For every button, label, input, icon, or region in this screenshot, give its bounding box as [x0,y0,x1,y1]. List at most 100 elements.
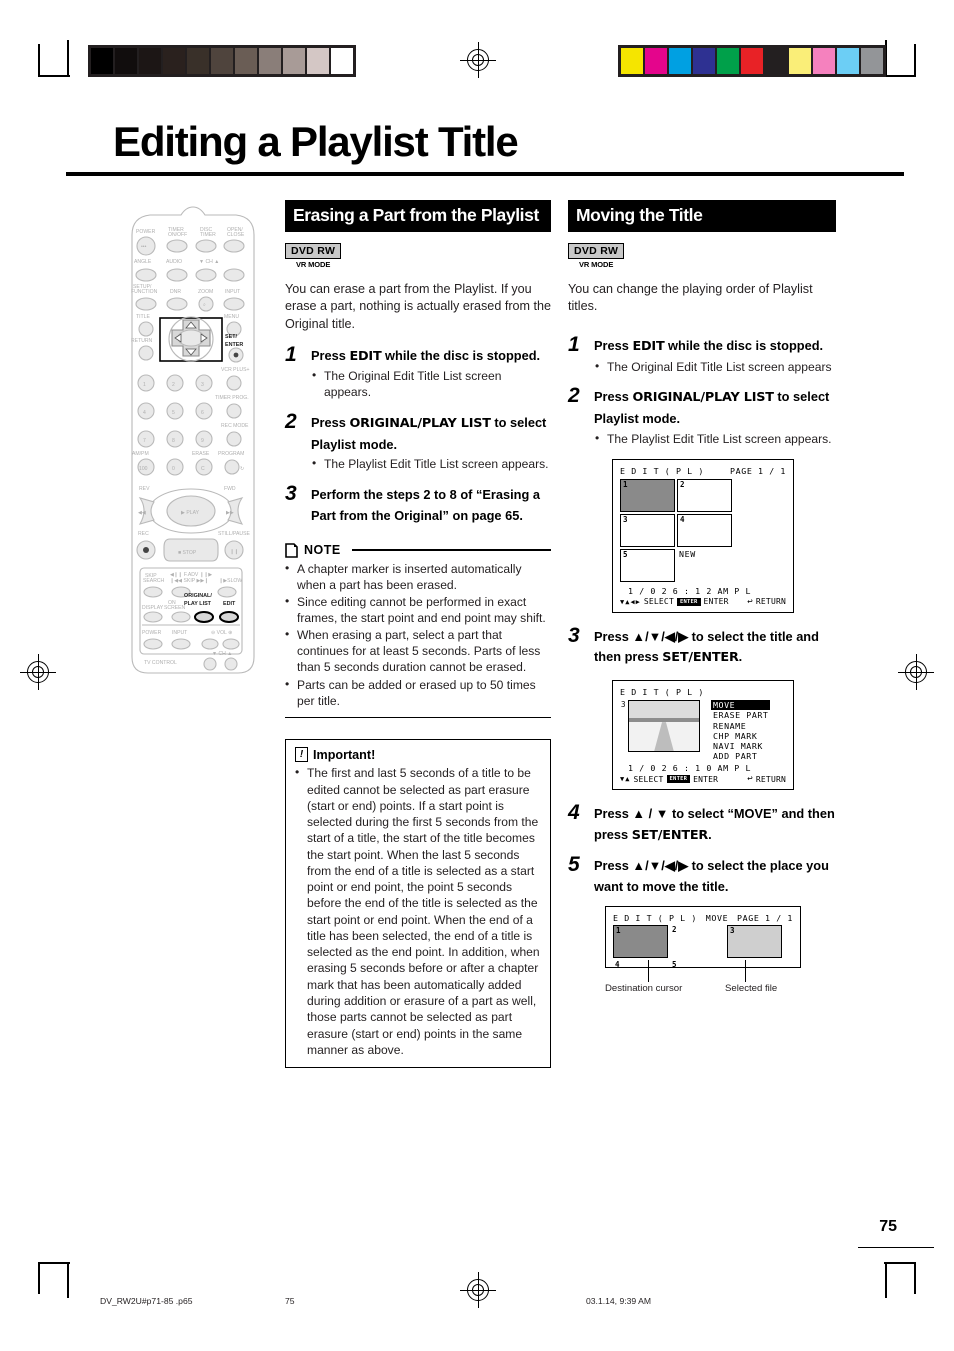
svg-text:⊖ VOL ⊕: ⊖ VOL ⊕ [211,630,232,636]
svg-text:2: 2 [172,382,175,388]
svg-text:1: 1 [143,382,146,388]
screen-callouts: Destination cursor Selected file [605,960,801,996]
thumbnail-image [679,930,722,955]
note-item: A chapter marker is inserted automatical… [285,561,551,594]
thumbnail-image [679,965,722,967]
svg-text:TV CONTROL: TV CONTROL [144,660,177,666]
note-label: NOTE [304,543,341,558]
thumbnail-grid: 1 2 3 4 5 NEW [620,478,786,584]
thumbnail-cell-3[interactable]: 3 [727,925,782,959]
svg-text:AM/PM: AM/PM [132,451,149,457]
menu-item-add-part[interactable]: ADD PART [711,751,770,761]
cell-number: 2 [672,925,677,935]
svg-text:ON/OFF: ON/OFF [168,232,187,238]
thumbnail-cell-3[interactable]: 3 [620,513,675,547]
thumbnail-image [630,485,671,508]
step-bullets: The Original Edit Title List screen appe… [594,359,836,376]
registration-target-left [20,654,56,690]
enter-key-badge: ENTER [666,775,691,784]
crop-mark-top-left-inner [67,40,69,76]
crop-mark-top-left-v [38,44,40,76]
calibration-swatch-3 [693,48,715,74]
screen-move-destination: E D I T ( P L ) MOVE PAGE 1 / 1 1 2 3 4 [605,906,801,969]
dvd-rw-badge-right: DVD RW VR MODE [568,241,625,269]
svg-text:PLAY LIST: PLAY LIST [184,601,212,607]
menu-item-rename[interactable]: RENAME [711,721,770,731]
menu-item-move[interactable]: MOVE [711,700,771,711]
step-5-right: 5 Press ▲/▼/◀/▶ to select the place you … [568,853,836,897]
thumbnail-cell-2[interactable]: 2 [670,925,725,959]
thumbnail-cell-new[interactable]: NEW [677,548,732,582]
step-bullets: The Original Edit Title List screen appe… [311,368,551,401]
svg-text:POWER: POWER [136,229,156,235]
footer-timestamp: 03.1.14, 9:39 AM [586,1296,651,1306]
svg-text:0: 0 [172,466,175,472]
thumbnail-image [623,931,664,954]
vr-mode-label: VR MODE [295,259,331,269]
step-number: 1 [285,342,297,366]
return-icon: ↩ [747,774,753,785]
svg-text:SEARCH: SEARCH [143,578,165,584]
thumbnail-cell-4[interactable]: 4 [677,513,732,547]
thumbnail-cell-2[interactable]: 2 [677,478,732,512]
thumbnail-cell-5[interactable]: 5 [670,960,725,968]
title-divider [66,172,904,176]
step-text: Press EDIT while the disc is stopped. [311,347,541,364]
svg-text:MENU: MENU [224,314,239,320]
cell-number: 3 [730,926,735,936]
calibration-swatch-0 [621,48,643,74]
calibration-swatch-2 [669,48,691,74]
crop-mark-bottom-left-h [38,1262,70,1264]
screen-edit-playlist-title-list: E D I T ( P L ) PAGE 1 / 1 1 2 3 4 5 NEW… [612,458,794,613]
menu-screen-body: 3 MOVE ERASE PART RENAME CHP MARK NAVI M… [620,700,786,761]
color-calibration-bar [618,45,886,77]
step-3-right: 3 Press ▲/▼/◀/▶ to select the title and … [568,624,836,669]
thumbnail-cell-5[interactable]: 5 [620,548,675,582]
calibration-swatch-9 [837,48,859,74]
svg-text:DISPLAY: DISPLAY [142,605,164,611]
page-number: 75 [879,1218,897,1235]
svg-text:PROGRAM: PROGRAM [218,451,244,457]
step-text: Press ▲/▼/◀/▶ to select the place you wa… [594,857,829,894]
cell-number: 3 [623,514,628,524]
menu-item-navi-mark[interactable]: NAVI MARK [711,741,770,751]
crop-mark-bottom-right-h [884,1262,916,1264]
screen-footer: ▼▲ SELECT ENTER ENTER ↩ RETURN [620,774,786,784]
screen-page-indicator: PAGE 1 / 1 [737,913,793,924]
menu-item-chp-mark[interactable]: CHP MARK [711,731,770,741]
cell-number: 5 [623,549,628,559]
step-number: 1 [568,332,580,356]
footer-return-label: RETURN [755,774,786,784]
important-header: ! Important! [295,747,541,763]
svg-text:AUDIO: AUDIO [166,259,182,265]
svg-text:ANGLE: ANGLE [134,259,152,265]
svg-text:❙❙: ❙❙ [230,549,239,555]
crop-mark-top-right-v [914,44,916,76]
important-list: The first and last 5 seconds of a title … [295,764,541,1058]
svg-text:RETURN: RETURN [131,338,153,344]
step-1-right: 1 Press EDIT while the disc is stopped. … [568,332,836,376]
page-number-rule [858,1247,934,1249]
step-2-left: 2 Press ORIGINAL/PLAY LIST to select Pla… [285,409,551,473]
remote-control-svg: .bd { fill:none; stroke:#b9b9b9; stroke-… [131,206,255,698]
step-number: 2 [285,409,297,433]
menu-item-erase-part[interactable]: ERASE PART [711,710,770,720]
screen-title: E D I T ( P L ) [613,913,697,924]
calibration-swatch-10 [331,48,353,74]
crop-mark-bottom-right-v [914,1262,916,1294]
thumbnail-cell-1[interactable]: 1 [620,478,675,512]
screen-title: E D I T ( P L ) [620,687,704,698]
bullet-item: The Playlist Edit Title List screen appe… [311,456,551,473]
menu-options-list: MOVE ERASE PART RENAME CHP MARK NAVI MAR… [711,700,771,761]
enter-key-badge: ENTER [676,597,701,606]
svg-text:•••: ••• [141,244,147,250]
svg-text:ORIGINAL/: ORIGINAL/ [184,593,212,599]
thumbnail-cell-1[interactable]: 1 [613,925,668,959]
bullet-item: The Original Edit Title List screen appe… [311,368,551,401]
calibration-swatch-3 [163,48,185,74]
thumbnail-image [687,520,728,543]
thumbnail-cell-4[interactable]: 4 [613,960,668,968]
leader-line-selected [745,960,747,983]
callout-destination-cursor: Destination cursor [605,983,683,995]
step-bullets: The Playlist Edit Title List screen appe… [311,456,551,473]
